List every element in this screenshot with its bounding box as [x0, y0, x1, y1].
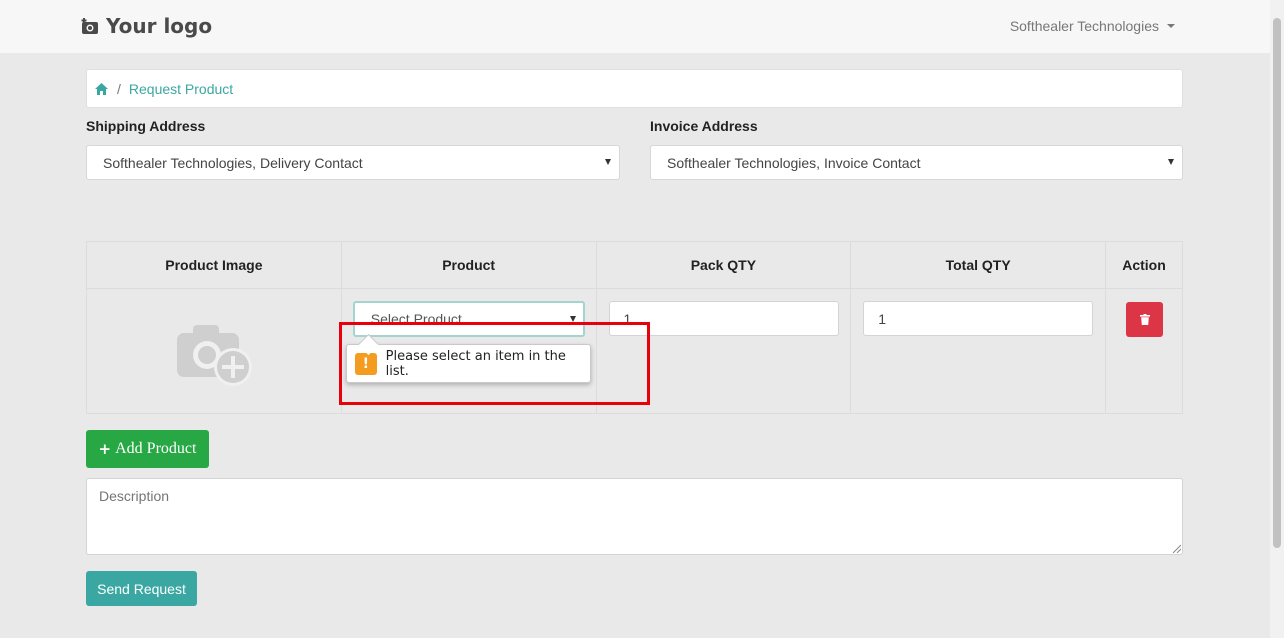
- product-image-cell: [86, 288, 342, 414]
- trash-icon: [1139, 314, 1150, 325]
- col-header-pack-qty: Pack QTY: [595, 241, 852, 289]
- plus-icon: +: [98, 440, 112, 458]
- camera-icon: [81, 18, 98, 34]
- shipping-address-select[interactable]: Softhealer Technologies, Delivery Contac…: [86, 145, 620, 180]
- invoice-address-value: Softhealer Technologies, Invoice Contact: [667, 154, 921, 171]
- caret-down-icon: [1167, 24, 1175, 28]
- col-header-total-qty: Total QTY: [850, 241, 1106, 289]
- user-menu-dropdown[interactable]: Softhealer Technologies: [1010, 18, 1175, 34]
- top-navbar: Your logo Softhealer Technologies: [0, 0, 1270, 53]
- home-icon[interactable]: [95, 82, 108, 95]
- resize-grip-icon[interactable]: [1172, 544, 1181, 553]
- invoice-address-label: Invoice Address: [650, 118, 758, 134]
- col-header-product-image: Product Image: [86, 241, 342, 289]
- breadcrumb-separator: /: [117, 80, 121, 97]
- user-menu-label: Softhealer Technologies: [1009, 18, 1159, 34]
- breadcrumb: / Request Product: [86, 69, 1183, 108]
- delete-row-button[interactable]: [1126, 302, 1163, 337]
- col-header-action: Action: [1105, 241, 1183, 289]
- add-photo-icon[interactable]: [175, 319, 255, 389]
- brand-logo[interactable]: Your logo: [81, 14, 212, 38]
- dropdown-arrow-icon: [605, 159, 611, 165]
- table-header-row: Product Image Product Pack QTY Total QTY…: [86, 241, 1183, 289]
- scrollbar-thumb[interactable]: [1273, 18, 1281, 548]
- brand-logo-text: Your logo: [106, 14, 213, 38]
- col-header-product: Product: [340, 241, 597, 289]
- add-product-label: Add Product: [115, 440, 197, 457]
- invoice-address-select[interactable]: Softhealer Technologies, Invoice Contact: [650, 145, 1183, 180]
- shipping-address-label: Shipping Address: [86, 118, 206, 134]
- page-scrollbar[interactable]: [1270, 0, 1284, 638]
- dropdown-arrow-icon: [1168, 159, 1174, 165]
- highlight-box: [339, 322, 650, 405]
- action-cell: [1105, 288, 1183, 414]
- send-request-button[interactable]: Send Request: [86, 571, 197, 606]
- add-product-button[interactable]: + Add Product: [86, 430, 209, 468]
- total-qty-input[interactable]: 1: [863, 301, 1094, 336]
- breadcrumb-current[interactable]: Request Product: [129, 81, 233, 97]
- description-textarea[interactable]: [86, 478, 1183, 555]
- shipping-address-value: Softhealer Technologies, Delivery Contac…: [103, 154, 363, 171]
- total-qty-cell: 1: [850, 288, 1106, 414]
